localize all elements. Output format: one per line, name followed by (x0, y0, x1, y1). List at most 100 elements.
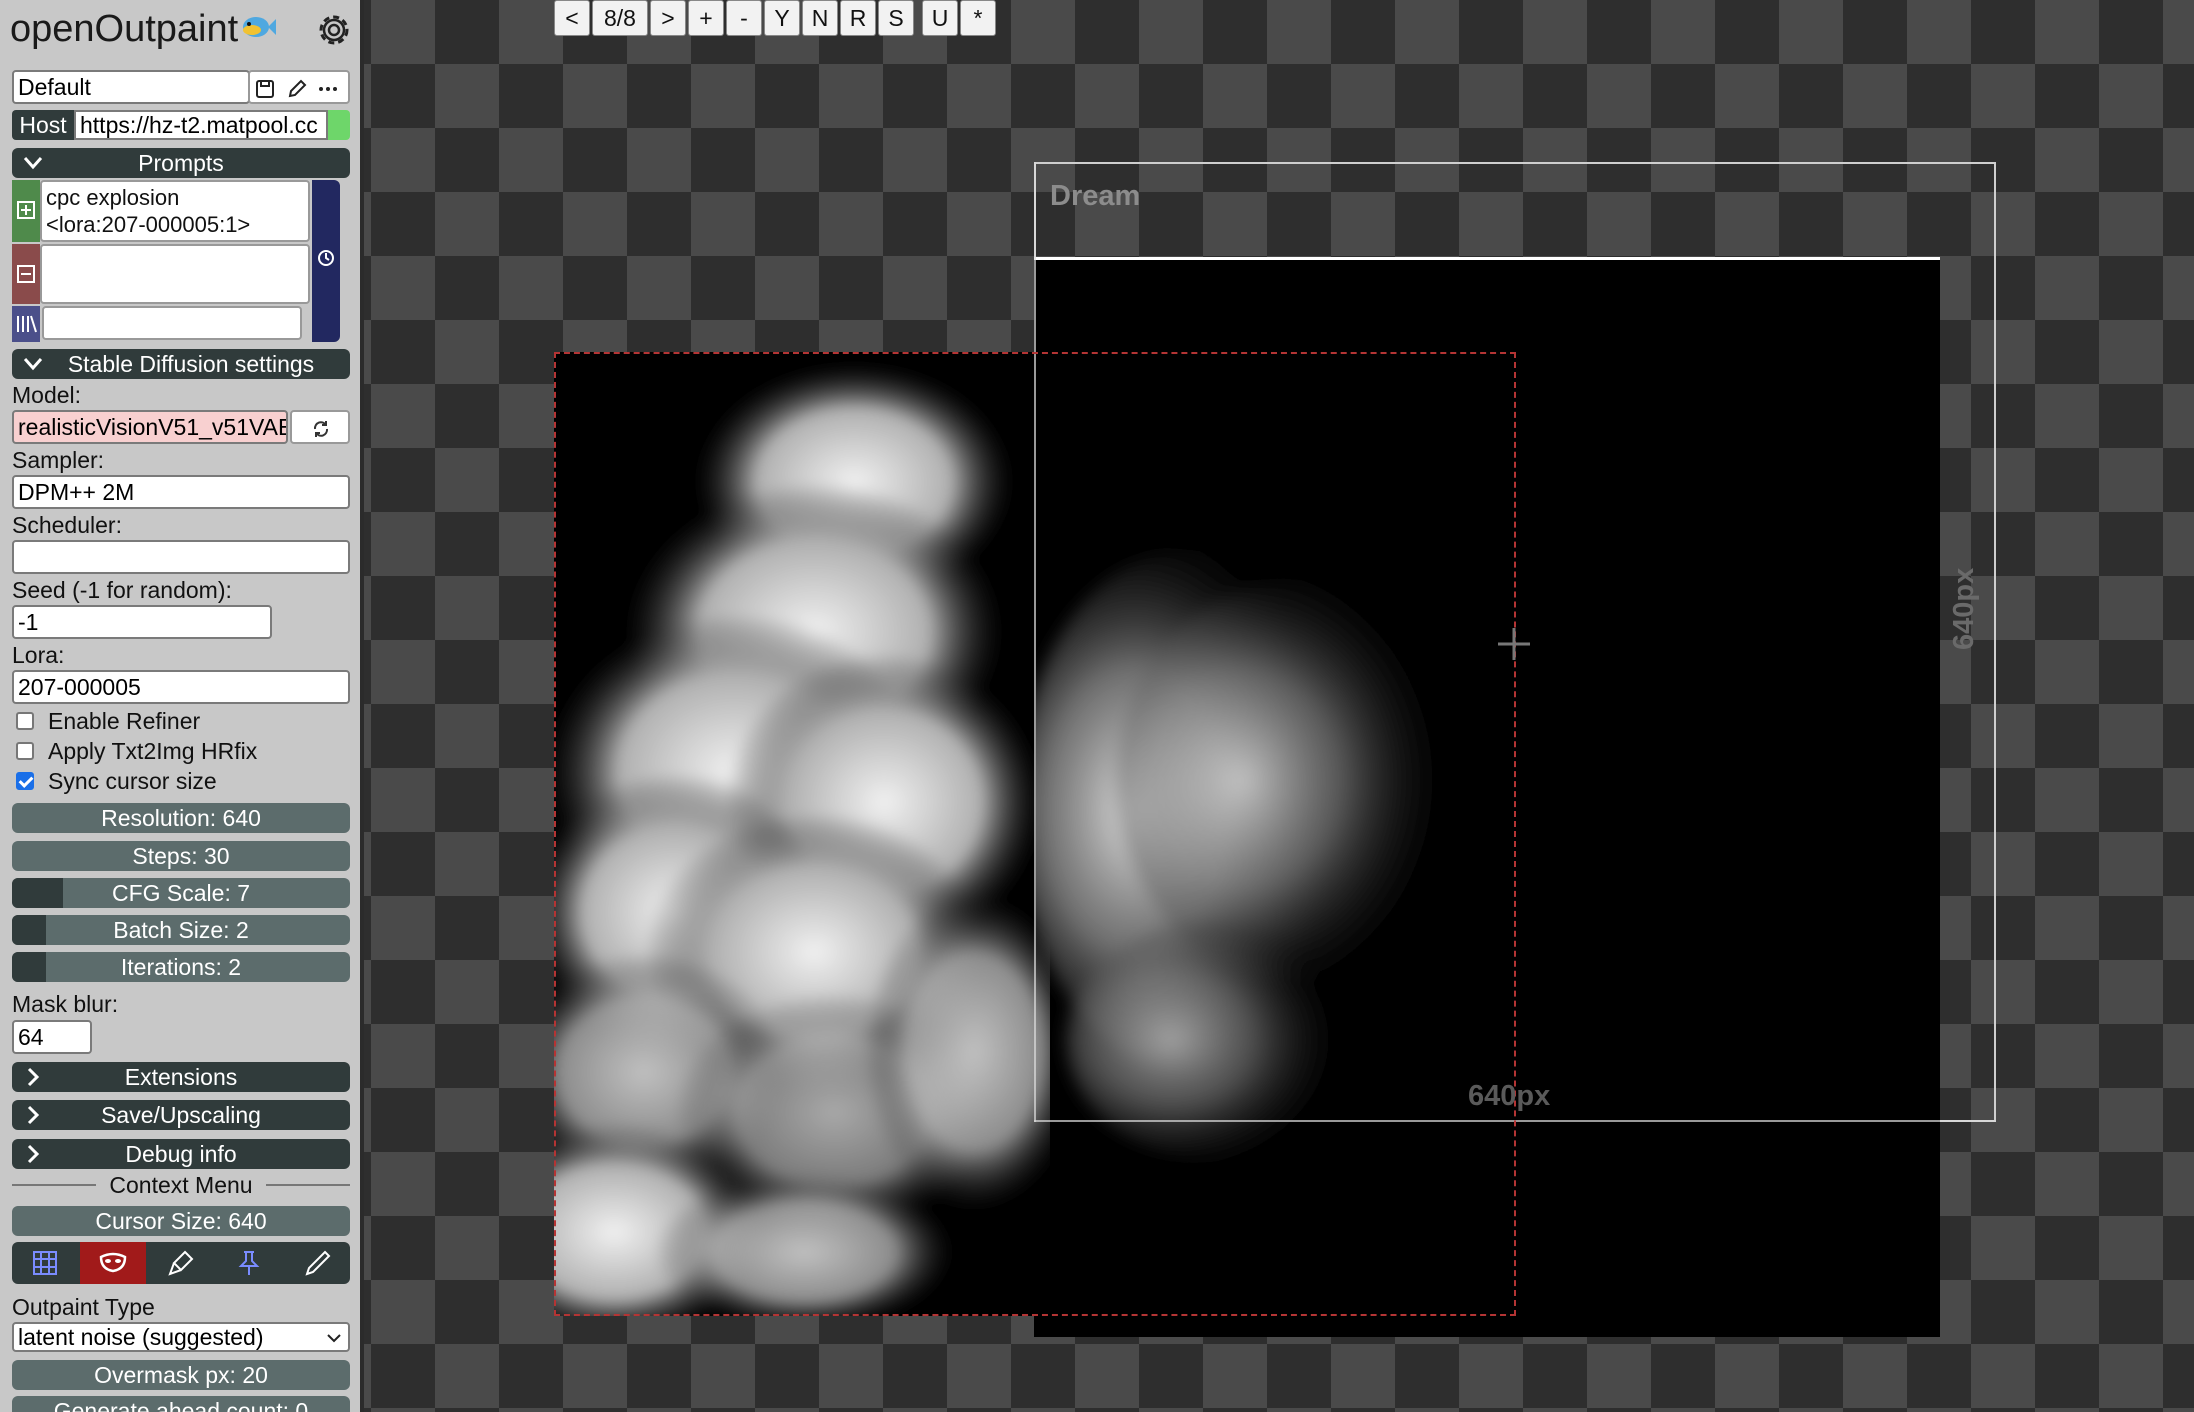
height-label: 640px (1948, 567, 1980, 650)
more-options-icon[interactable] (316, 78, 340, 100)
model-input[interactable]: realisticVisionV51_v51VAE (12, 410, 288, 444)
host-label: Host (12, 110, 74, 140)
width-label: 640px (1468, 1080, 1551, 1112)
dream-label: Dream (1050, 180, 1141, 212)
scheduler-input[interactable] (12, 540, 350, 574)
host-url-input[interactable]: https://hz-t2.matpool.cc (74, 110, 328, 140)
resolution-slider-label: Resolution: 640 (101, 805, 261, 831)
debug-info-section-header[interactable]: Debug info (12, 1139, 350, 1169)
steps-slider-label: Steps: 30 (132, 843, 230, 869)
styles-input[interactable] (42, 306, 302, 340)
hrfix-label: Apply Txt2Img HRfix (48, 738, 258, 764)
history-icon (318, 250, 334, 266)
crosshair-icon (1498, 628, 1530, 660)
fewer-results-button[interactable]: - (726, 0, 762, 36)
brush-icon (168, 1250, 194, 1276)
prompts-section-header[interactable]: Prompts (12, 148, 350, 178)
steps-slider[interactable]: Steps: 30 (12, 841, 350, 871)
tool-color-brush[interactable] (148, 1242, 214, 1284)
positive-prompt-tag (12, 180, 40, 242)
batch-size-slider[interactable]: Batch Size: 2 (12, 915, 350, 945)
enable-refiner-label: Enable Refiner (48, 708, 201, 734)
edit-profile-icon[interactable] (286, 78, 308, 100)
sampler-label: Sampler: (12, 447, 105, 473)
tool-mask[interactable] (80, 1242, 146, 1284)
chevron-right-icon (27, 1067, 40, 1087)
mask-blur-input[interactable]: 64 (12, 1020, 92, 1054)
save-profile-icon[interactable] (254, 78, 276, 100)
next-result-button[interactable]: > (650, 0, 686, 36)
profile-select[interactable]: Default (12, 70, 250, 104)
tool-dream[interactable] (12, 1242, 78, 1284)
cursor-size-slider[interactable]: Cursor Size: 640 (12, 1206, 350, 1236)
outpaint-type-label: Outpaint Type (12, 1294, 155, 1320)
extensions-section-header[interactable]: Extensions (12, 1062, 350, 1092)
chevron-down-icon (327, 1334, 341, 1343)
refresh-models-button[interactable] (290, 410, 350, 444)
model-label: Model: (12, 382, 82, 408)
chevron-down-icon (23, 358, 43, 371)
prev-result-button[interactable]: < (554, 0, 590, 36)
cfg-scale-slider[interactable]: CFG Scale: 7 (12, 878, 350, 908)
sd-settings-header-label: Stable Diffusion settings (67, 351, 315, 377)
accept-button[interactable]: Y (764, 0, 800, 36)
tool-stamp[interactable] (216, 1242, 282, 1284)
sd-settings-section-header[interactable]: Stable Diffusion settings (12, 349, 350, 379)
reroll-button[interactable]: R (840, 0, 876, 36)
chevron-right-icon (27, 1105, 40, 1125)
library-icon (17, 315, 37, 333)
settings-gear-icon[interactable] (314, 10, 354, 50)
star-button[interactable]: * (960, 0, 996, 36)
more-results-button[interactable]: + (688, 0, 724, 36)
lora-label: Lora: (12, 642, 65, 668)
grid-icon (33, 1251, 57, 1275)
negative-prompt-textarea[interactable] (40, 244, 310, 304)
extensions-header-label: Extensions (124, 1064, 238, 1090)
plus-box-icon (17, 201, 35, 219)
scheduler-label: Scheduler: (12, 512, 122, 538)
sidebar: openOutpaint Default Host https://hz-t2.… (0, 0, 364, 1412)
save-upscaling-section-header[interactable]: Save/Upscaling (12, 1100, 350, 1130)
hrfix-checkbox[interactable] (16, 742, 34, 760)
logo-icon (243, 17, 276, 37)
positive-prompt-textarea[interactable]: cpc explosion <lora:207-000005:1> (40, 180, 310, 242)
sync-cursor-label: Sync cursor size (48, 768, 217, 794)
sampler-input[interactable]: DPM++ 2M (12, 475, 350, 509)
seed-input[interactable]: -1 (12, 605, 272, 639)
tool-toolbar (12, 1242, 350, 1284)
generate-ahead-slider[interactable]: Generate ahead count: 0 (12, 1396, 350, 1412)
prompt-history-tab[interactable] (312, 180, 340, 342)
save-upscaling-header-label: Save/Upscaling (101, 1102, 261, 1128)
minus-box-icon (17, 265, 35, 283)
reject-button[interactable]: N (802, 0, 838, 36)
overmask-slider[interactable]: Overmask px: 20 (12, 1360, 350, 1390)
profile-actions (248, 70, 350, 104)
lora-input[interactable]: 207-000005 (12, 670, 350, 704)
image-selection-outline[interactable] (554, 352, 1516, 1316)
seed-label: Seed (-1 for random): (12, 577, 232, 603)
overmask-slider-label: Overmask px: 20 (94, 1362, 268, 1388)
generate-ahead-slider-label: Generate ahead count: 0 (53, 1398, 309, 1412)
chevron-down-icon (23, 157, 43, 170)
outpaint-type-value: latent noise (suggested) (18, 1324, 264, 1350)
batch-size-slider-label: Batch Size: 2 (113, 917, 249, 943)
mask-icon (99, 1252, 127, 1273)
context-menu-title: Context Menu (96, 1170, 266, 1200)
refresh-icon (313, 421, 329, 437)
save-result-button[interactable]: S (878, 0, 914, 36)
upscale-button[interactable]: U (922, 0, 958, 36)
debug-info-header-label: Debug info (125, 1141, 237, 1167)
pen-icon (305, 1250, 331, 1276)
iterations-slider[interactable]: Iterations: 2 (12, 952, 350, 982)
resolution-slider[interactable]: Resolution: 640 (12, 803, 350, 833)
iterations-slider-label: Iterations: 2 (120, 954, 242, 980)
app-title: openOutpaint (10, 8, 239, 50)
pin-icon (238, 1251, 260, 1275)
chevron-right-icon (27, 1144, 40, 1164)
enable-refiner-checkbox[interactable] (16, 712, 34, 730)
cfg-scale-slider-label: CFG Scale: 7 (111, 880, 251, 906)
outpaint-type-select[interactable]: latent noise (suggested) (12, 1322, 350, 1352)
tool-pen[interactable] (284, 1242, 350, 1284)
sync-cursor-checkbox[interactable] (16, 772, 34, 790)
styles-tag (12, 306, 40, 342)
